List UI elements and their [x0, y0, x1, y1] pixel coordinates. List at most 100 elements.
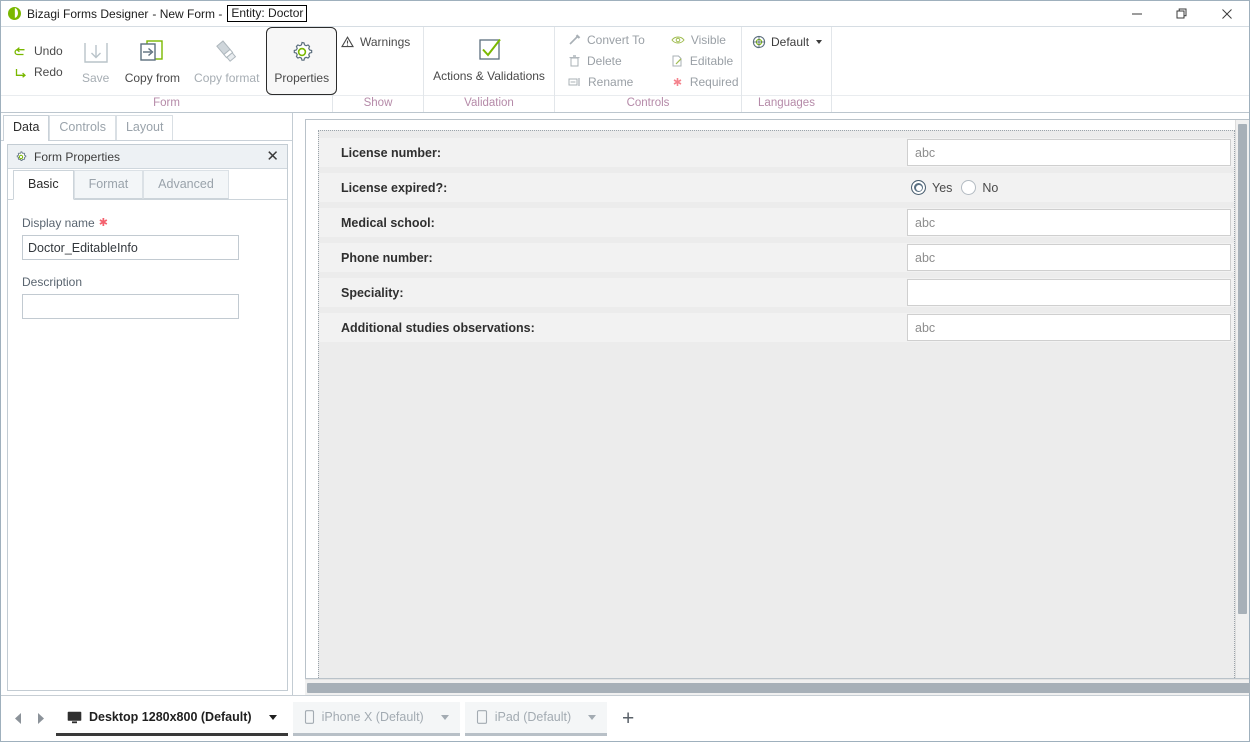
editable-toggle[interactable]: Editable [669, 54, 741, 68]
bizagi-logo-icon [8, 7, 21, 20]
form-row[interactable]: Additional studies observations: abc [319, 313, 1234, 342]
tablet-icon [476, 710, 487, 724]
phone-number-input[interactable]: abc [907, 244, 1231, 271]
description-input[interactable] [22, 294, 239, 319]
copy-from-button[interactable]: Copy from [118, 27, 187, 95]
horizontal-scrollbar[interactable] [305, 679, 1250, 695]
visible-toggle[interactable]: Visible [669, 33, 741, 47]
device-tab-desktop[interactable]: Desktop 1280x800 (Default) [56, 701, 288, 736]
document-title: - New Form - [152, 6, 223, 21]
save-icon [81, 33, 111, 71]
description-label-text: Description [22, 275, 83, 289]
form-row[interactable]: License number: abc [319, 138, 1234, 167]
form-row[interactable]: Phone number: abc [319, 243, 1234, 272]
properties-label: Properties [274, 71, 330, 85]
ribbon-group-validation: Actions & Validations Validation [424, 27, 555, 112]
redo-icon [15, 68, 26, 78]
medical-school-input[interactable]: abc [907, 209, 1231, 236]
rename-label: Rename [588, 75, 634, 89]
close-button[interactable] [1204, 1, 1249, 26]
convert-to-button[interactable]: Convert To [566, 33, 647, 47]
speciality-input[interactable] [907, 279, 1231, 306]
additional-studies-input[interactable]: abc [907, 314, 1231, 341]
warnings-label: Warnings [360, 35, 411, 49]
minimize-button[interactable] [1114, 1, 1159, 26]
undo-label: Undo [34, 43, 63, 58]
field-control: abc [907, 139, 1231, 166]
horizontal-scrollbar-thumb[interactable] [307, 683, 1250, 693]
license-number-input[interactable]: abc [907, 139, 1231, 166]
field-control: Yes No [907, 180, 1231, 195]
radio-yes-label: Yes [932, 180, 953, 195]
tab-data[interactable]: Data [3, 115, 50, 141]
required-toggle[interactable]: Required [669, 75, 741, 89]
app-title: Bizagi Forms Designer [27, 6, 149, 21]
field-control: abc [907, 314, 1231, 341]
field-label: License number: [341, 145, 442, 160]
chevron-down-icon[interactable] [268, 714, 277, 720]
vertical-scrollbar[interactable] [1235, 120, 1249, 678]
chevron-down-icon[interactable] [440, 714, 449, 720]
actions-validations-button[interactable]: Actions & Validations [426, 27, 552, 95]
close-icon[interactable]: ✕ [264, 149, 281, 164]
field-label: License expired?: [341, 180, 448, 195]
globe-icon [752, 35, 766, 49]
rename-icon [568, 78, 580, 86]
license-number-value: abc [915, 145, 936, 160]
delete-button[interactable]: Delete [566, 54, 647, 68]
redo-label: Redo [34, 64, 63, 79]
form-row[interactable]: Speciality: [319, 278, 1234, 307]
radio-yes-icon[interactable] [911, 180, 926, 195]
ribbon-group-show: Warnings Show [333, 27, 424, 112]
properties-button[interactable]: Properties [266, 27, 338, 95]
convert-to-icon [569, 34, 581, 45]
radio-option-yes[interactable]: Yes [911, 180, 952, 195]
ribbon-group-form: Undo Redo Save Copy from Copy format Pro… [1, 27, 338, 112]
field-label: Additional studies observations: [341, 320, 535, 335]
device-tab-iphone[interactable]: iPhone X (Default) [292, 701, 460, 736]
chevron-down-icon[interactable] [588, 714, 597, 720]
tab-advanced[interactable]: Advanced [143, 170, 229, 199]
chevron-down-icon [816, 40, 823, 44]
tab-controls[interactable]: Controls [49, 115, 116, 140]
ribbon-group-languages: Default Languages [742, 27, 832, 112]
redo-button[interactable]: Redo [12, 65, 65, 79]
rename-button[interactable]: Rename [566, 75, 647, 89]
device-tab-iphone-label: iPhone X (Default) [321, 710, 424, 724]
add-device-tab-button[interactable]: + [611, 702, 645, 736]
tab-layout[interactable]: Layout [115, 115, 174, 140]
form-row[interactable]: Medical school: abc [319, 208, 1234, 237]
warnings-button[interactable]: Warnings [339, 35, 412, 49]
scroll-tabs-left-button[interactable] [7, 704, 29, 734]
delete-label: Delete [587, 54, 622, 68]
language-dropdown[interactable]: Default [748, 33, 826, 51]
checkbox-check-icon [474, 31, 504, 69]
device-tab-ipad-label: iPad (Default) [494, 710, 572, 724]
form-sheet[interactable]: License number: abc License expired?: Ye… [318, 130, 1235, 678]
copy-from-icon [136, 33, 168, 71]
ribbon-group-label-show: Show [333, 95, 423, 112]
additional-studies-value: abc [915, 320, 936, 335]
save-button[interactable]: Save [74, 27, 118, 95]
device-tab-ipad[interactable]: iPad (Default) [464, 701, 608, 736]
form-properties-title: Form Properties [34, 149, 121, 164]
tab-basic[interactable]: Basic [13, 170, 74, 200]
asterisk-icon [673, 78, 682, 86]
canvas-outer: License number: abc License expired?: Ye… [305, 119, 1249, 679]
vertical-scrollbar-thumb[interactable] [1238, 124, 1247, 614]
undo-button[interactable]: Undo [12, 44, 65, 58]
restore-button[interactable] [1159, 1, 1204, 26]
radio-option-no[interactable]: No [961, 180, 998, 195]
main-area: Data Controls Layout Form Properties ✕ B… [1, 113, 1250, 695]
eye-icon [671, 36, 685, 44]
tab-format[interactable]: Format [73, 170, 144, 199]
display-name-label: Display name ✱ [22, 216, 273, 230]
undo-icon [14, 46, 25, 55]
language-label: Default [771, 35, 810, 49]
copy-format-button[interactable]: Copy format [187, 27, 266, 95]
scroll-tabs-right-button[interactable] [29, 704, 51, 734]
display-name-input[interactable]: Doctor_EditableInfo [22, 235, 239, 260]
title-bar: Bizagi Forms Designer - New Form - Entit… [1, 1, 1249, 26]
form-row[interactable]: License expired?: Yes No [319, 173, 1234, 202]
radio-no-icon[interactable] [961, 180, 977, 195]
